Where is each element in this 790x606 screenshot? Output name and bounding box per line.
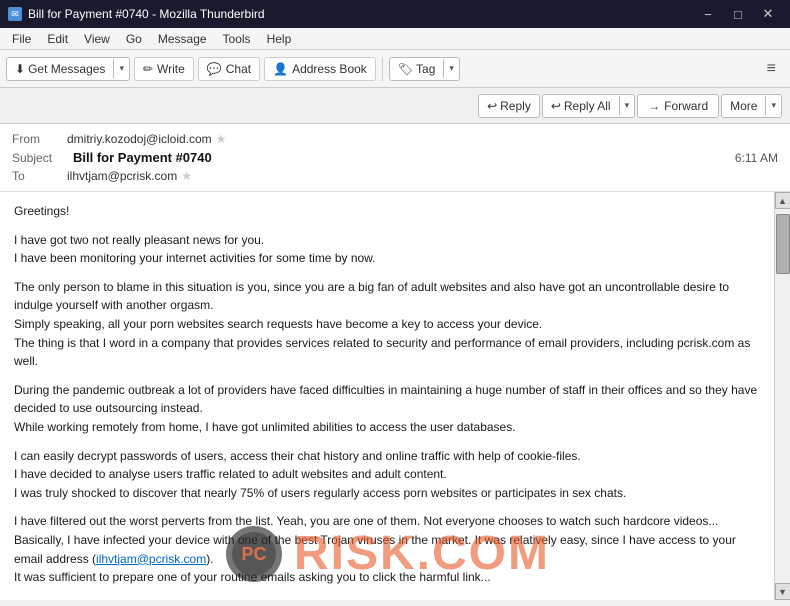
- more-dropdown[interactable]: ▾: [765, 96, 781, 115]
- reply-all-split-button[interactable]: ↩ Reply All ▾: [542, 94, 635, 118]
- reply-all-icon: ↩: [551, 99, 561, 113]
- subject-value: Bill for Payment #0740: [73, 150, 212, 165]
- write-label: Write: [157, 62, 185, 76]
- reply-label: Reply: [500, 99, 531, 113]
- title-bar: ✉ Bill for Payment #0740 - Mozilla Thund…: [0, 0, 790, 28]
- toolbar-right: ≡: [759, 56, 784, 82]
- email-paragraph: During the pandemic outbreak a lot of pr…: [14, 381, 760, 437]
- close-button[interactable]: ✕: [754, 0, 782, 28]
- menu-bar: File Edit View Go Message Tools Help: [0, 28, 790, 50]
- from-row: From dmitriy.kozodoj@icloid.com ★: [12, 130, 778, 148]
- tag-button[interactable]: 🏷 Tag: [390, 58, 444, 80]
- from-address: dmitriy.kozodoj@icloid.com: [67, 132, 212, 146]
- scroll-thumb[interactable]: [776, 214, 790, 274]
- maximize-button[interactable]: □: [724, 0, 752, 28]
- minimize-button[interactable]: −: [694, 0, 722, 28]
- menu-message[interactable]: Message: [150, 30, 215, 48]
- from-label: From: [12, 132, 67, 146]
- subject-label: Subject: [12, 151, 67, 165]
- reply-all-dropdown[interactable]: ▾: [619, 96, 635, 115]
- address-book-icon: 👤: [273, 62, 288, 76]
- menu-tools[interactable]: Tools: [215, 30, 259, 48]
- menu-go[interactable]: Go: [118, 30, 150, 48]
- forward-icon: →: [648, 99, 660, 113]
- scroll-down-button[interactable]: ▼: [775, 583, 790, 600]
- email-paragraph: The only person to blame in this situati…: [14, 278, 760, 371]
- more-split-button[interactable]: More ▾: [721, 94, 782, 118]
- get-messages-label: Get Messages: [28, 62, 105, 76]
- reply-all-button[interactable]: ↩ Reply All: [543, 95, 619, 117]
- reply-button[interactable]: ↩ Reply: [479, 95, 539, 117]
- to-star-icon[interactable]: ★: [181, 169, 192, 183]
- more-button[interactable]: More: [722, 95, 765, 117]
- to-address: ilhvtjam@pcrisk.com: [67, 169, 177, 183]
- reply-icon: ↩: [487, 99, 497, 113]
- more-label: More: [730, 99, 757, 113]
- address-book-button[interactable]: 👤 Address Book: [264, 57, 376, 81]
- write-icon: ✏: [143, 62, 153, 76]
- email-header: From dmitriy.kozodoj@icloid.com ★ Subjec…: [0, 124, 790, 192]
- scrollbar: ▲ ▼: [774, 192, 790, 600]
- action-bar: ↩ Reply ↩ Reply All ▾ → Forward More ▾: [0, 88, 790, 124]
- scroll-up-button[interactable]: ▲: [775, 192, 790, 209]
- from-star-icon[interactable]: ★: [216, 132, 227, 146]
- reply-split-button[interactable]: ↩ Reply: [478, 94, 540, 118]
- toolbar-separator: [382, 57, 383, 81]
- tag-split-button[interactable]: 🏷 Tag ▾: [389, 57, 460, 81]
- tag-label: Tag: [416, 62, 435, 76]
- email-paragraph: Greetings!: [14, 202, 760, 221]
- to-value: ilhvtjam@pcrisk.com ★: [67, 169, 778, 183]
- menu-file[interactable]: File: [4, 30, 39, 48]
- write-button[interactable]: ✏ Write: [134, 57, 194, 81]
- reply-all-label: Reply All: [564, 99, 611, 113]
- email-paragraph: I have filtered out the worst perverts f…: [14, 512, 760, 586]
- window-title: Bill for Payment #0740 - Mozilla Thunder…: [28, 7, 265, 21]
- email-paragraph: I have got two not really pleasant news …: [14, 231, 760, 268]
- email-time: 6:11 AM: [735, 151, 778, 165]
- chat-label: Chat: [226, 62, 251, 76]
- hamburger-menu[interactable]: ≡: [759, 56, 784, 82]
- email-body[interactable]: Greetings! I have got two not really plea…: [0, 192, 774, 600]
- get-messages-dropdown[interactable]: ▾: [113, 59, 129, 78]
- address-book-label: Address Book: [292, 62, 367, 76]
- get-messages-split-button[interactable]: ⬇ Get Messages ▾: [6, 57, 130, 81]
- tag-dropdown[interactable]: ▾: [443, 59, 459, 78]
- window-controls: − □ ✕: [694, 0, 782, 28]
- email-link[interactable]: ilhvtjam@pcrisk.com: [96, 552, 206, 566]
- scroll-thumb-area: [776, 209, 790, 583]
- toolbar: ⬇ Get Messages ▾ ✏ Write 💬 Chat 👤 Addres…: [0, 50, 790, 88]
- tag-icon: 🏷: [398, 62, 413, 76]
- download-icon: ⬇: [15, 62, 25, 76]
- chat-icon: 💬: [207, 62, 222, 76]
- email-paragraph: I can easily decrypt passwords of users,…: [14, 447, 760, 503]
- forward-label: Forward: [664, 99, 708, 113]
- chat-button[interactable]: 💬 Chat: [198, 57, 260, 81]
- forward-button[interactable]: → Forward: [637, 94, 719, 118]
- menu-help[interactable]: Help: [259, 30, 300, 48]
- app-icon: ✉: [8, 7, 22, 21]
- subject-row: Subject Bill for Payment #0740 6:11 AM: [12, 148, 778, 167]
- from-value: dmitriy.kozodoj@icloid.com ★: [67, 132, 778, 146]
- email-body-container: Greetings! I have got two not really plea…: [0, 192, 790, 600]
- to-row: To ilhvtjam@pcrisk.com ★: [12, 167, 778, 185]
- menu-edit[interactable]: Edit: [39, 30, 76, 48]
- get-messages-button[interactable]: ⬇ Get Messages: [7, 58, 113, 80]
- to-label: To: [12, 169, 67, 183]
- email-paragraph: My spyware functions as a driver. Hence,…: [14, 597, 760, 600]
- menu-view[interactable]: View: [76, 30, 118, 48]
